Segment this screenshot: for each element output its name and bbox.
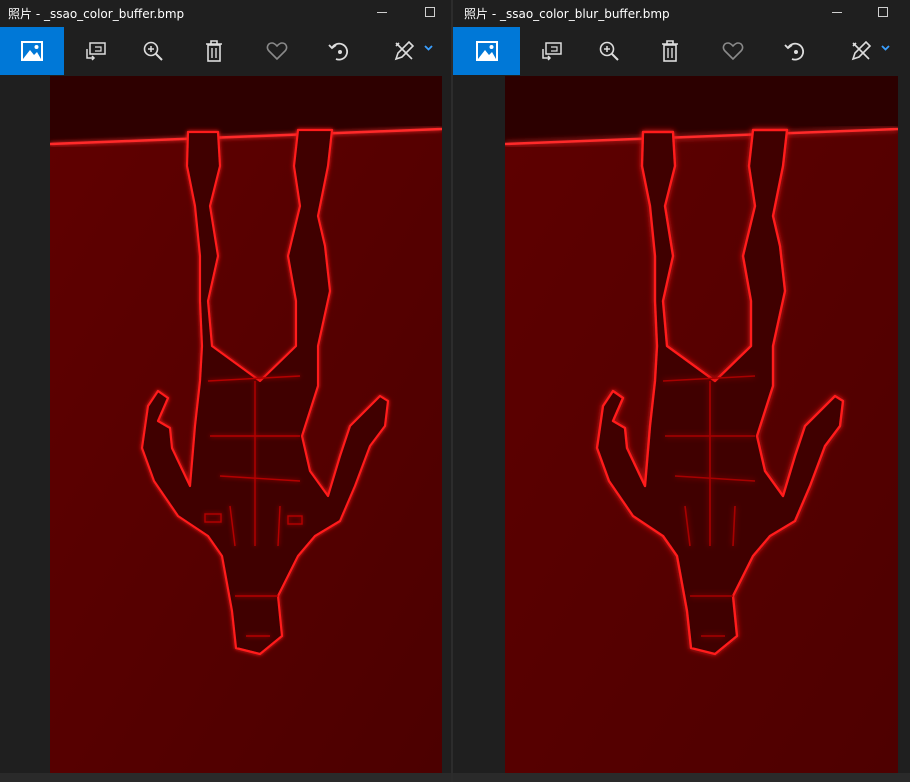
photo-icon <box>475 41 498 61</box>
zoom-in-icon <box>143 41 163 61</box>
minimize-button[interactable] <box>372 3 392 21</box>
edit-icon <box>851 40 872 61</box>
minimize-button[interactable] <box>827 3 847 21</box>
slideshow-button[interactable] <box>64 27 128 75</box>
slideshow-button[interactable] <box>520 27 584 75</box>
rotate-button[interactable] <box>307 27 371 75</box>
favorite-button[interactable] <box>245 27 309 75</box>
heart-icon <box>722 42 744 61</box>
view-photo-button[interactable] <box>0 27 64 75</box>
ssao-color-blur-buffer-image <box>505 76 898 773</box>
status-strip <box>0 773 451 782</box>
image-viewer <box>505 76 898 773</box>
window-title: 照片 - _ssao_color_buffer.bmp <box>8 7 185 21</box>
image-viewer <box>50 76 442 773</box>
view-photo-button[interactable] <box>453 27 520 75</box>
photos-window-left: 照片 - _ssao_color_buffer.bmp <box>0 0 451 782</box>
rotate-icon <box>328 42 349 61</box>
photos-window-right: 照片 - _ssao_color_blur_buffer.bmp <box>453 0 910 782</box>
slideshow-icon <box>542 42 562 61</box>
chevron-down-icon <box>424 45 433 51</box>
chevron-down-icon <box>881 45 890 51</box>
favorite-button[interactable] <box>701 27 765 75</box>
rotate-icon <box>784 42 805 61</box>
status-strip <box>453 773 910 782</box>
edit-create-button[interactable] <box>829 27 893 75</box>
toolbar <box>0 27 451 75</box>
window-title: 照片 - _ssao_color_blur_buffer.bmp <box>464 7 670 21</box>
photo-icon <box>21 41 43 61</box>
heart-icon <box>266 42 288 61</box>
title-bar: 照片 - _ssao_color_buffer.bmp <box>0 0 451 26</box>
delete-button[interactable] <box>638 27 702 75</box>
maximize-button[interactable] <box>420 3 440 21</box>
ssao-color-buffer-image <box>50 76 442 773</box>
slideshow-icon <box>86 42 106 61</box>
toolbar <box>453 27 910 75</box>
delete-button[interactable] <box>182 27 246 75</box>
zoom-in-icon <box>599 41 619 61</box>
rotate-button[interactable] <box>763 27 827 75</box>
maximize-button[interactable] <box>873 3 893 21</box>
delete-icon <box>662 40 678 62</box>
zoom-button[interactable] <box>577 27 641 75</box>
edit-create-button[interactable] <box>372 27 436 75</box>
title-bar: 照片 - _ssao_color_blur_buffer.bmp <box>453 0 910 26</box>
delete-icon <box>206 40 222 62</box>
edit-icon <box>394 40 415 61</box>
zoom-button[interactable] <box>121 27 185 75</box>
